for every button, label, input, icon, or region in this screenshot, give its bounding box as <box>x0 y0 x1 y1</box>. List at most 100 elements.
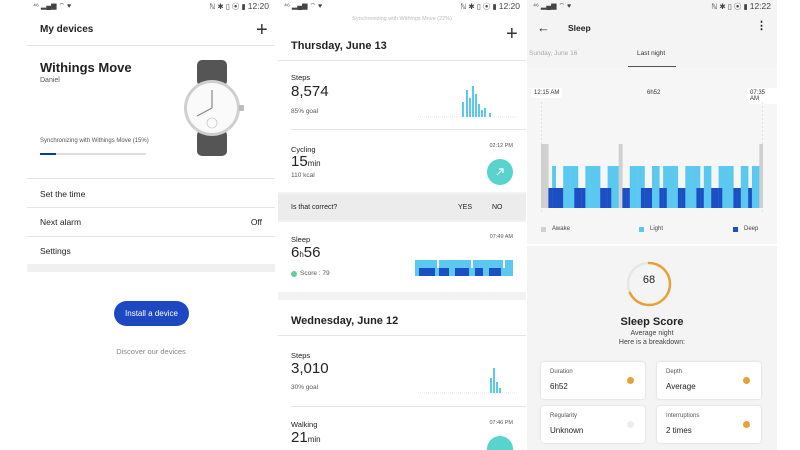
steps-goal: 30% goal <box>291 384 319 391</box>
sleep-segment <box>596 166 601 208</box>
sleep-segment <box>555 188 560 208</box>
devices-screen: ⁴⁶ ▂▄▆ ⌔ ♥ ℕ ✱ ▯ ⦿ ▮ 12:20 My devices + … <box>27 0 275 450</box>
menu-item-next-alarm[interactable]: Next alarm Off <box>40 217 262 227</box>
status-time: 12:20 <box>247 0 269 11</box>
steps-label: Steps <box>291 351 311 360</box>
status-icons-right: ℕ ✱ ▯ ⦿ ▮ <box>209 1 246 11</box>
sleep-segment <box>659 188 664 208</box>
sleep-segment <box>626 188 630 208</box>
divider <box>27 178 275 179</box>
sleep-segment <box>611 166 616 208</box>
walking-icon[interactable] <box>487 436 513 450</box>
sleep-segment <box>681 188 686 208</box>
tile-depth[interactable]: Depth Average <box>657 362 761 399</box>
walking-label: Walking <box>291 420 318 429</box>
install-device-button[interactable]: Install a device <box>114 301 189 326</box>
tile-duration[interactable]: Duration 6h52 <box>541 362 645 399</box>
sleep-segment <box>685 166 690 208</box>
sleep-segment <box>633 166 638 208</box>
sleep-segment <box>711 188 716 208</box>
sleep-segment <box>552 188 556 208</box>
sleep-segment <box>700 188 704 208</box>
sleep-start-time: 12:15 AM <box>531 88 563 98</box>
sleep-segment <box>615 166 619 208</box>
page-title: My devices <box>40 24 94 35</box>
confirm-yes-button[interactable]: YES <box>458 204 472 211</box>
sleep-minutes: 56 <box>303 244 321 261</box>
steps-histogram <box>418 86 518 118</box>
cycling-unit: min <box>307 159 321 168</box>
menu-item-label: Set the time <box>40 189 86 199</box>
cycling-minutes: 15 <box>291 153 308 170</box>
back-arrow-icon[interactable]: ← <box>537 20 550 35</box>
sleep-card[interactable]: Sleep 07:49 AM 6h56 Score : 79 <box>278 222 526 292</box>
device-user: Daniel <box>40 77 60 84</box>
confirmation-question: Is that correct? <box>291 203 338 211</box>
divider <box>291 129 526 130</box>
add-device-icon[interactable]: + <box>256 20 268 40</box>
sleep-segment <box>566 166 571 208</box>
menu-item-set-time[interactable]: Set the time <box>40 189 262 199</box>
sleep-segment <box>618 144 623 208</box>
sleep-segment <box>744 166 749 208</box>
legend-label: Deep <box>744 226 759 232</box>
sleep-segment <box>696 166 701 188</box>
sleep-segment <box>748 188 753 208</box>
tile-interruptions[interactable]: Interruptions 2 times <box>657 406 761 443</box>
status-time: 12:20 <box>498 0 520 11</box>
score-dot-icon <box>291 270 297 277</box>
sleep-score: Score : 79 <box>291 270 330 277</box>
deep-swatch <box>733 226 738 232</box>
tab-previous-day[interactable]: Sunday, June 16 <box>529 50 577 57</box>
status-bar: ⁴⁶ ▂▄▆ ⌔ ♥ ℕ ✱ ▯ ⦿ ▮ 12:22 <box>527 0 777 12</box>
cycling-time: 02:12 PM <box>489 143 513 149</box>
legend-deep: Deep <box>733 226 758 232</box>
sleep-screen: ⁴⁶ ▂▄▆ ⌔ ♥ ℕ ✱ ▯ ⦿ ▮ 12:22 ← Sleep ⋮ Sun… <box>527 0 777 450</box>
sleep-score-title: Sleep Score <box>620 316 684 328</box>
sleep-hypnogram <box>541 102 763 214</box>
sleep-segment <box>718 166 723 188</box>
light-swatch <box>639 226 644 232</box>
divider <box>27 45 275 46</box>
device-name: Withings Move <box>40 60 132 75</box>
status-dot-icon <box>627 377 634 384</box>
sleep-segment <box>563 166 568 208</box>
menu-item-settings[interactable]: Settings <box>40 246 262 256</box>
tile-label: Interruptions <box>666 413 700 419</box>
tile-regularity[interactable]: Regularity Unknown <box>541 406 645 443</box>
steps-histogram <box>418 368 518 394</box>
sync-banner: Synchronizing with Withings Move (22%) <box>352 16 452 22</box>
sleep-duration-label: 6h52 <box>647 90 661 96</box>
tile-label: Duration <box>550 369 573 375</box>
divider <box>278 335 526 336</box>
sleep-segment <box>655 166 660 208</box>
discover-devices-link[interactable]: Discover our devices <box>27 347 275 356</box>
sleep-segment <box>640 188 645 208</box>
confirm-no-button[interactable]: NO <box>492 204 503 211</box>
tile-value: Average <box>666 382 696 391</box>
status-icons-left: ⁴⁶ ▂▄▆ ⌔ ♥ <box>284 2 323 10</box>
steps-label: Steps <box>291 73 311 82</box>
walking-value: 21min <box>291 429 321 446</box>
add-entry-icon[interactable]: + <box>506 24 518 44</box>
sleep-segment <box>585 166 590 208</box>
legend-awake: Awake <box>541 226 570 232</box>
status-dot-icon <box>743 421 750 428</box>
tile-label: Regularity <box>550 413 578 419</box>
status-icons-right: ℕ ✱ ▯ ⦿ ▮ <box>460 1 497 11</box>
sync-status: Synchronizing with Withings Move (15%) <box>40 138 149 144</box>
sleep-mini-graph <box>415 260 513 276</box>
cycling-icon[interactable] <box>487 159 513 185</box>
sleep-segment <box>677 188 682 208</box>
sleep-segment <box>726 166 730 208</box>
sleep-time: 07:49 AM <box>489 234 513 240</box>
sleep-segment <box>644 188 649 208</box>
sleep-segment <box>666 166 671 208</box>
sleep-segment <box>552 166 556 188</box>
sleep-segment <box>648 188 653 208</box>
tab-last-night[interactable]: Last night <box>637 50 665 57</box>
more-options-icon[interactable]: ⋮ <box>756 19 767 32</box>
sleep-segment <box>755 166 760 208</box>
sleep-segment <box>637 166 642 208</box>
status-bar: ⁴⁶ ▂▄▆ ⌔ ♥ ℕ ✱ ▯ ⦿ ▮ 12:20 <box>278 0 526 12</box>
